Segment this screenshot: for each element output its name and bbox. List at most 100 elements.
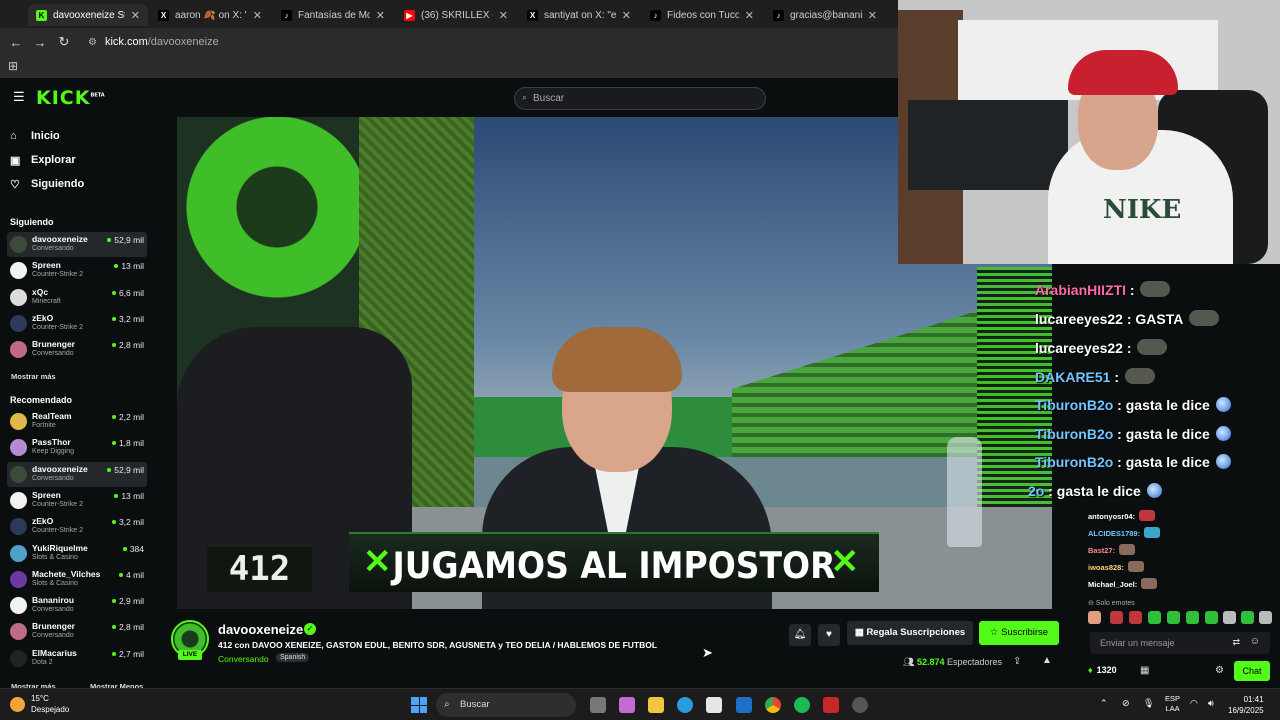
- browser-tab[interactable]: Xsantiyat on X: "el mo ✕: [519, 4, 639, 26]
- emote-icon[interactable]: [1241, 611, 1254, 624]
- chat-input[interactable]: Enviar un mensaje ⇄ ☺: [1090, 632, 1270, 654]
- gift-subs-button[interactable]: ▦ Regala Suscripciones: [847, 621, 973, 645]
- menu-icon[interactable]: ☰: [13, 89, 25, 105]
- sidebar-channel[interactable]: xQc Minecraft 6,6 mil: [7, 285, 147, 310]
- chat-username[interactable]: TiburonB2o: [1035, 454, 1113, 470]
- settings-icon[interactable]: [852, 697, 868, 713]
- network-icon[interactable]: ⊘: [1122, 698, 1130, 709]
- chat-send-button[interactable]: Chat: [1234, 661, 1270, 681]
- follow-heart-button[interactable]: ♥: [818, 624, 840, 646]
- chat-username[interactable]: antonyosr04:: [1088, 512, 1135, 521]
- close-tab-icon[interactable]: ✕: [622, 9, 631, 22]
- browser-tab[interactable]: ♪ Fideos con Tuco: Hui ✕: [642, 4, 762, 26]
- sidebar-channel[interactable]: PassThor Keep Digging 1,8 mil: [7, 435, 147, 460]
- channel-points[interactable]: 1320: [1088, 665, 1117, 675]
- emote-icon[interactable]: [1129, 611, 1142, 624]
- chat-username[interactable]: iwoas828:: [1088, 563, 1124, 572]
- calendar-icon[interactable]: ▦: [1140, 665, 1149, 676]
- weather-widget[interactable]: 15°C Despejado: [10, 693, 69, 715]
- outlook-icon[interactable]: [736, 697, 752, 713]
- sidebar-channel[interactable]: davooxeneize Conversando 52,9 mil: [7, 461, 147, 487]
- store-icon[interactable]: [706, 697, 722, 713]
- nav-home[interactable]: ⌂ Inicio: [10, 126, 60, 146]
- close-tab-icon[interactable]: ✕: [131, 9, 140, 22]
- notification-bell-button[interactable]: 🔔︎: [789, 624, 811, 646]
- subscribe-button[interactable]: ☆ Suscribirse: [979, 621, 1059, 645]
- file-explorer-icon[interactable]: [648, 697, 664, 713]
- chat-username[interactable]: lucareeyes22: [1035, 311, 1123, 327]
- emote-icon[interactable]: [1088, 611, 1101, 624]
- reload-icon[interactable]: ↻: [52, 34, 76, 50]
- emote-icon[interactable]: [1167, 611, 1180, 624]
- close-tab-icon[interactable]: ✕: [868, 9, 877, 22]
- browser-tab[interactable]: Xaaron 🍂 on X: "voy ✕: [150, 4, 270, 26]
- emote-icon[interactable]: [1205, 611, 1218, 624]
- app-icon[interactable]: [823, 697, 839, 713]
- sidebar-channel[interactable]: Machete_Vilches Slots & Casino 4 mil: [7, 567, 147, 592]
- close-tab-icon[interactable]: ✕: [745, 9, 754, 22]
- nav-following[interactable]: ♡ Siguiendo: [10, 174, 84, 194]
- input-language[interactable]: ESP LAA: [1165, 694, 1180, 714]
- system-clock[interactable]: 01:41 16/9/2025: [1228, 694, 1264, 716]
- translate-icon[interactable]: ⇄: [1232, 637, 1240, 648]
- chrome-icon[interactable]: [765, 697, 781, 713]
- chat-username[interactable]: 2o: [1028, 483, 1044, 499]
- search-input[interactable]: ⌕ Buscar: [514, 87, 766, 110]
- start-button[interactable]: [411, 697, 427, 713]
- browser-tab[interactable]: Kdavooxeneize Str ✕: [28, 4, 148, 26]
- sidebar-channel[interactable]: Brunenger Conversando 2,8 mil: [7, 337, 147, 362]
- chat-username[interactable]: ALCIDES1789:: [1088, 529, 1140, 538]
- edge-icon[interactable]: [677, 697, 693, 713]
- apps-grid-icon[interactable]: ⊞: [8, 59, 18, 73]
- sidebar-channel[interactable]: Spreen Counter-Strike 2 13 mil: [7, 258, 147, 283]
- copilot-icon[interactable]: [619, 697, 635, 713]
- emote-icon[interactable]: [1186, 611, 1199, 624]
- close-tab-icon[interactable]: ✕: [376, 9, 385, 22]
- url-field[interactable]: ⚙ kick.com/davooxeneize: [88, 36, 219, 48]
- emote-icon[interactable]: [1259, 611, 1272, 624]
- chat-username[interactable]: Bast27:: [1088, 546, 1115, 555]
- chat-username[interactable]: ArabianHIIZTI: [1035, 282, 1126, 298]
- nav-explore[interactable]: ▣ Explorar: [10, 150, 76, 170]
- kick-logo[interactable]: KICKBETA: [36, 87, 105, 109]
- emote-icon[interactable]: [1148, 611, 1161, 624]
- share-icon[interactable]: ⇪: [1013, 656, 1021, 667]
- gear-icon[interactable]: ⚙: [1215, 665, 1224, 676]
- emote-icon[interactable]: [1223, 611, 1236, 624]
- site-info-icon[interactable]: ⚙: [88, 37, 97, 48]
- chat-username[interactable]: Michael_Joel:: [1088, 580, 1137, 589]
- browser-tab[interactable]: ♪ Fantasías de Momo ✕: [273, 4, 393, 26]
- chat-username[interactable]: TiburonB2o: [1035, 426, 1113, 442]
- sidebar-channel[interactable]: Brunenger Conversando 2,8 mil: [7, 619, 147, 644]
- browser-tab[interactable]: ♪ gracias@bananirou ✕: [765, 4, 885, 26]
- microphone-icon[interactable]: 🎙︎: [1143, 698, 1154, 709]
- volume-icon[interactable]: 🔊︎: [1208, 698, 1214, 709]
- sidebar-channel[interactable]: Spreen Counter-Strike 2 13 mil: [7, 488, 147, 513]
- sidebar-channel[interactable]: davooxeneize Conversando 52,9 mil: [7, 232, 147, 257]
- emoji-icon[interactable]: ☺: [1250, 636, 1260, 647]
- report-icon[interactable]: ▲: [1042, 655, 1052, 666]
- stream-language-tag[interactable]: Spanish: [276, 653, 310, 662]
- forward-icon[interactable]: →: [28, 35, 52, 50]
- back-icon[interactable]: ←: [4, 35, 28, 50]
- show-more-following[interactable]: Mostrar más: [11, 372, 56, 381]
- wifi-icon[interactable]: ◠: [1190, 698, 1198, 709]
- spotify-icon[interactable]: [794, 697, 810, 713]
- sidebar-channel[interactable]: RealTeam Fortnite 2,2 mil: [7, 409, 147, 434]
- sidebar-channel[interactable]: ElMacarius Dota 2 2,7 mil: [7, 646, 147, 671]
- chat-username[interactable]: DAKARE51: [1035, 369, 1110, 385]
- sidebar-channel[interactable]: Bananirou Conversando 2,9 mil: [7, 593, 147, 618]
- taskbar-search[interactable]: ⌕ Buscar: [436, 693, 576, 717]
- sidebar-channel[interactable]: zEkO Counter-Strike 2 3,2 mil: [7, 514, 147, 539]
- sidebar-channel[interactable]: zEkO Counter-Strike 2 3,2 mil: [7, 311, 147, 336]
- chat-username[interactable]: TiburonB2o: [1035, 397, 1113, 413]
- browser-tab[interactable]: ▶ (36) SKRILLEX - KYOT ✕: [396, 4, 516, 26]
- chat-username[interactable]: lucareeyes22: [1035, 340, 1123, 356]
- channel-name[interactable]: davooxeneize: [218, 622, 303, 637]
- task-view-icon[interactable]: [590, 697, 606, 713]
- stream-category[interactable]: Conversando: [218, 654, 269, 664]
- emote-icon[interactable]: [1110, 611, 1123, 624]
- tray-chevron-icon[interactable]: ⌃: [1100, 698, 1108, 709]
- close-tab-icon[interactable]: ✕: [253, 9, 262, 22]
- sidebar-channel[interactable]: YukiRiquelme Slots & Casino 384: [7, 541, 147, 566]
